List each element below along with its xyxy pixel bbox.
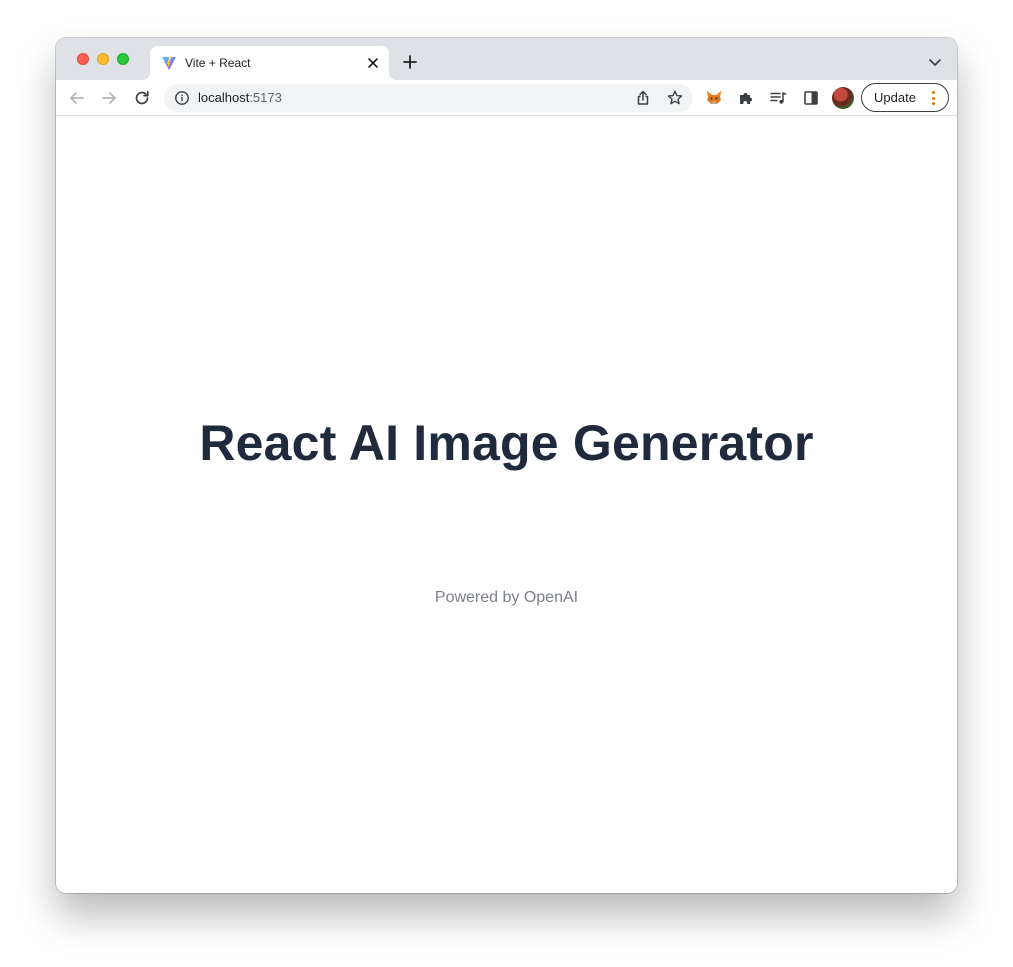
close-tab-icon[interactable]: [365, 55, 381, 71]
metamask-fox-icon[interactable]: [705, 89, 723, 107]
reload-icon[interactable]: [133, 89, 151, 107]
vite-logo-icon: [162, 56, 176, 70]
site-info-icon[interactable]: [174, 90, 190, 106]
browser-window: Vite + React localhost:5173 Update React…: [56, 38, 957, 893]
page-title: React AI Image Generator: [199, 415, 814, 471]
update-button-label: Update: [874, 90, 916, 105]
minimize-window-button[interactable]: [97, 53, 109, 65]
puzzle-icon[interactable]: [737, 89, 755, 107]
address-bar[interactable]: localhost:5173: [164, 84, 693, 112]
close-window-button[interactable]: [77, 53, 89, 65]
maximize-window-button[interactable]: [117, 53, 129, 65]
back-arrow-icon[interactable]: [68, 89, 86, 107]
tab-strip: Vite + React: [56, 38, 957, 80]
chevron-down-icon[interactable]: [929, 57, 941, 67]
page-viewport: React AI Image Generator Powered by Open…: [56, 117, 957, 893]
side-panel-icon[interactable]: [802, 89, 820, 107]
url-host: localhost: [198, 90, 250, 105]
tab-title: Vite + React: [185, 56, 251, 70]
new-tab-icon[interactable]: [402, 54, 418, 70]
share-icon[interactable]: [634, 89, 652, 107]
browser-toolbar: localhost:5173 Update: [56, 80, 957, 116]
media-queue-icon[interactable]: [769, 89, 787, 107]
tab-vite-react[interactable]: Vite + React: [142, 46, 397, 80]
powered-by-text: Powered by OpenAI: [434, 589, 579, 606]
url-port: :5173: [249, 90, 282, 105]
forward-arrow-icon[interactable]: [100, 89, 118, 107]
update-button[interactable]: Update: [861, 83, 949, 112]
more-menu-icon[interactable]: [931, 90, 937, 106]
profile-avatar[interactable]: [832, 87, 854, 109]
url-text[interactable]: localhost:5173: [198, 90, 282, 106]
bookmark-star-icon[interactable]: [666, 89, 684, 107]
